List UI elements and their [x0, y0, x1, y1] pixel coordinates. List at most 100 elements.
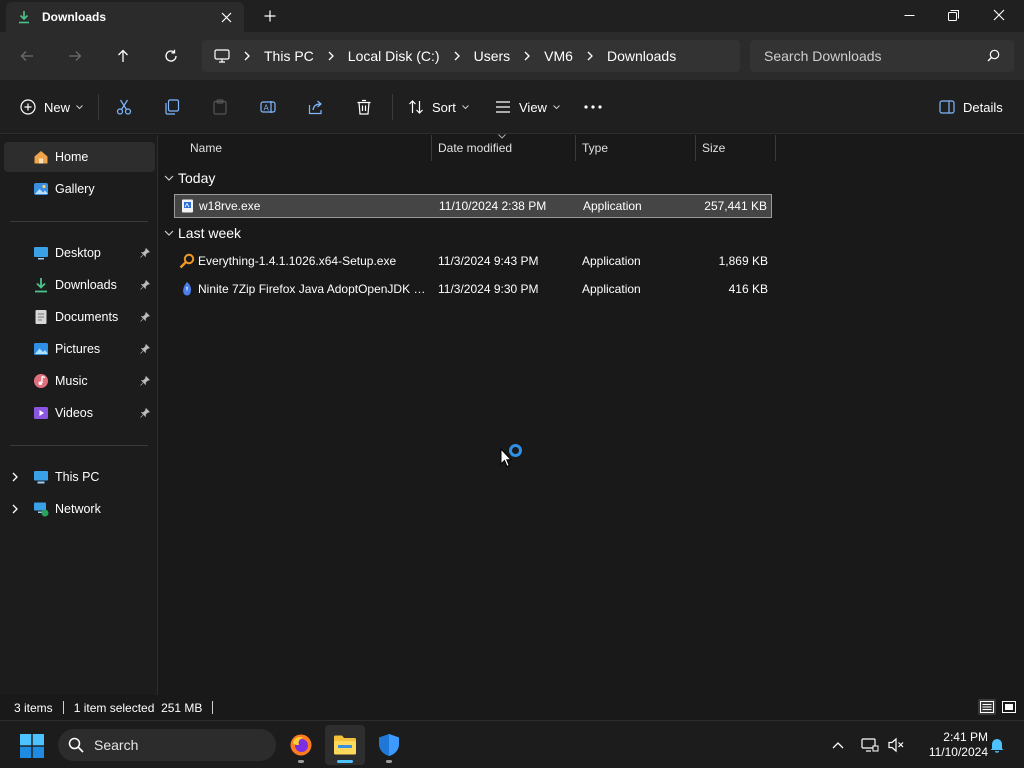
- sidebar-item-label: Network: [55, 502, 101, 516]
- refresh-button[interactable]: [157, 42, 185, 70]
- file-name: w18rve.exe: [199, 199, 261, 213]
- home-icon: [33, 149, 49, 165]
- sidebar-item-this-pc[interactable]: This PC: [4, 462, 155, 492]
- volume-muted-icon[interactable]: [884, 733, 908, 757]
- file-row-everything-setup[interactable]: Everything-1.4.1.1026.x64-Setup.exe 11/3…: [174, 249, 772, 273]
- toolbar-divider: [392, 94, 393, 120]
- sidebar-item-gallery[interactable]: Gallery: [4, 174, 155, 204]
- chevron-down-icon[interactable]: [164, 175, 174, 181]
- file-row-ninite[interactable]: Ninite 7Zip Firefox Java AdoptOpenJDK x.…: [174, 277, 772, 301]
- download-icon: [33, 277, 49, 293]
- taskbar-search[interactable]: Search: [58, 729, 276, 761]
- clock[interactable]: 2:41 PM 11/10/2024: [912, 730, 988, 760]
- pin-icon[interactable]: [139, 247, 151, 259]
- sidebar-item-label: Pictures: [55, 342, 101, 356]
- sidebar-item-network[interactable]: Network: [4, 494, 155, 524]
- sidebar-item-videos[interactable]: Videos: [4, 398, 155, 428]
- cut-button[interactable]: [116, 93, 132, 121]
- group-header-last-week[interactable]: Last week: [164, 222, 241, 244]
- column-header-size[interactable]: Size: [702, 135, 725, 161]
- column-header-name[interactable]: Name: [190, 135, 222, 161]
- new-button[interactable]: New: [20, 93, 83, 121]
- chevron-right-icon[interactable]: [454, 51, 460, 61]
- sidebar-item-desktop[interactable]: Desktop: [4, 238, 155, 268]
- notifications-bell-icon[interactable]: [985, 733, 1009, 757]
- sidebar-item-label: Downloads: [55, 278, 117, 292]
- chevron-right-icon[interactable]: [524, 51, 531, 61]
- details-label: Details: [963, 99, 1003, 115]
- search-box[interactable]: [750, 40, 1014, 72]
- column-header-type[interactable]: Type: [582, 135, 608, 161]
- taskbar-file-explorer[interactable]: [325, 725, 365, 765]
- breadcrumb-local-disk[interactable]: Local Disk (C:): [348, 48, 440, 64]
- breadcrumb-downloads[interactable]: Downloads: [607, 48, 676, 64]
- sidebar-item-music[interactable]: Music: [4, 366, 155, 396]
- window-tab[interactable]: Downloads: [6, 2, 244, 32]
- details-view-toggle[interactable]: [978, 699, 996, 715]
- up-button[interactable]: [109, 42, 137, 70]
- sidebar-item-label: Documents: [55, 310, 119, 324]
- column-divider[interactable]: [575, 135, 576, 161]
- file-name: Everything-1.4.1.1026.x64-Setup.exe: [198, 254, 397, 268]
- sidebar-item-documents[interactable]: Documents: [4, 302, 155, 332]
- item-count: 3 items: [14, 700, 53, 715]
- more-options-button[interactable]: [584, 93, 602, 121]
- this-pc-icon: [33, 469, 49, 485]
- videos-icon: [33, 405, 49, 421]
- pin-icon[interactable]: [139, 343, 151, 355]
- file-row-w18rve[interactable]: w18rve.exe 11/10/2024 2:38 PM Applicatio…: [174, 194, 772, 218]
- command-bar: New A Sort View Details: [0, 80, 1024, 134]
- pin-icon[interactable]: [139, 407, 151, 419]
- back-button[interactable]: [13, 42, 41, 70]
- new-label: New: [44, 99, 71, 115]
- ellipsis-icon: [584, 105, 602, 109]
- start-button[interactable]: [20, 734, 44, 761]
- taskbar-windows-security[interactable]: [369, 725, 409, 765]
- delete-button[interactable]: [356, 93, 372, 121]
- chevron-down-icon[interactable]: [164, 230, 174, 236]
- sort-button[interactable]: Sort: [408, 93, 469, 121]
- tiles-view-toggle[interactable]: [1000, 699, 1018, 715]
- pin-icon[interactable]: [139, 375, 151, 387]
- sidebar-item-home[interactable]: Home: [4, 142, 155, 172]
- chevron-right-icon[interactable]: [12, 503, 18, 517]
- chevron-right-icon[interactable]: [587, 51, 593, 61]
- folder-icon: [334, 735, 356, 755]
- sidebar-item-label: Music: [55, 374, 88, 388]
- group-header-today[interactable]: Today: [164, 167, 215, 189]
- show-hidden-icons-button[interactable]: [826, 733, 850, 757]
- new-tab-button[interactable]: [258, 6, 282, 26]
- sidebar-item-pictures[interactable]: Pictures: [4, 334, 155, 364]
- address-bar[interactable]: This PC Local Disk (C:) Users VM6 Downlo…: [202, 40, 740, 72]
- search-input[interactable]: [764, 48, 984, 64]
- column-divider[interactable]: [695, 135, 696, 161]
- chevron-right-icon[interactable]: [244, 51, 250, 61]
- view-button[interactable]: View: [495, 93, 560, 121]
- share-button[interactable]: [308, 93, 324, 121]
- details-pane-button[interactable]: Details: [939, 93, 1003, 121]
- breadcrumb-this-pc[interactable]: This PC: [264, 48, 314, 64]
- chevron-right-icon[interactable]: [328, 51, 334, 61]
- network-status-icon[interactable]: [858, 733, 882, 757]
- column-divider[interactable]: [431, 135, 432, 161]
- close-window-button[interactable]: [976, 0, 1022, 30]
- column-divider[interactable]: [775, 135, 776, 161]
- selection-info: 1 item selected 251 MB: [73, 700, 203, 715]
- close-tab-icon[interactable]: [216, 7, 236, 27]
- pin-icon[interactable]: [139, 311, 151, 323]
- paste-button[interactable]: [212, 93, 228, 121]
- copy-button[interactable]: [164, 93, 180, 121]
- breadcrumb-users[interactable]: Users: [474, 48, 511, 64]
- taskbar-firefox[interactable]: [281, 725, 321, 765]
- rename-button[interactable]: A: [260, 93, 276, 121]
- desktop-icon: [33, 245, 49, 261]
- minimize-button[interactable]: [886, 0, 932, 30]
- sidebar-item-downloads[interactable]: Downloads: [4, 270, 155, 300]
- restore-button[interactable]: [930, 0, 976, 30]
- pin-icon[interactable]: [139, 279, 151, 291]
- details-pane-icon: [939, 100, 955, 114]
- breadcrumb-vm6[interactable]: VM6: [544, 48, 573, 64]
- chevron-right-icon[interactable]: [12, 471, 18, 485]
- forward-button[interactable]: [61, 42, 89, 70]
- search-icon[interactable]: [987, 49, 1000, 65]
